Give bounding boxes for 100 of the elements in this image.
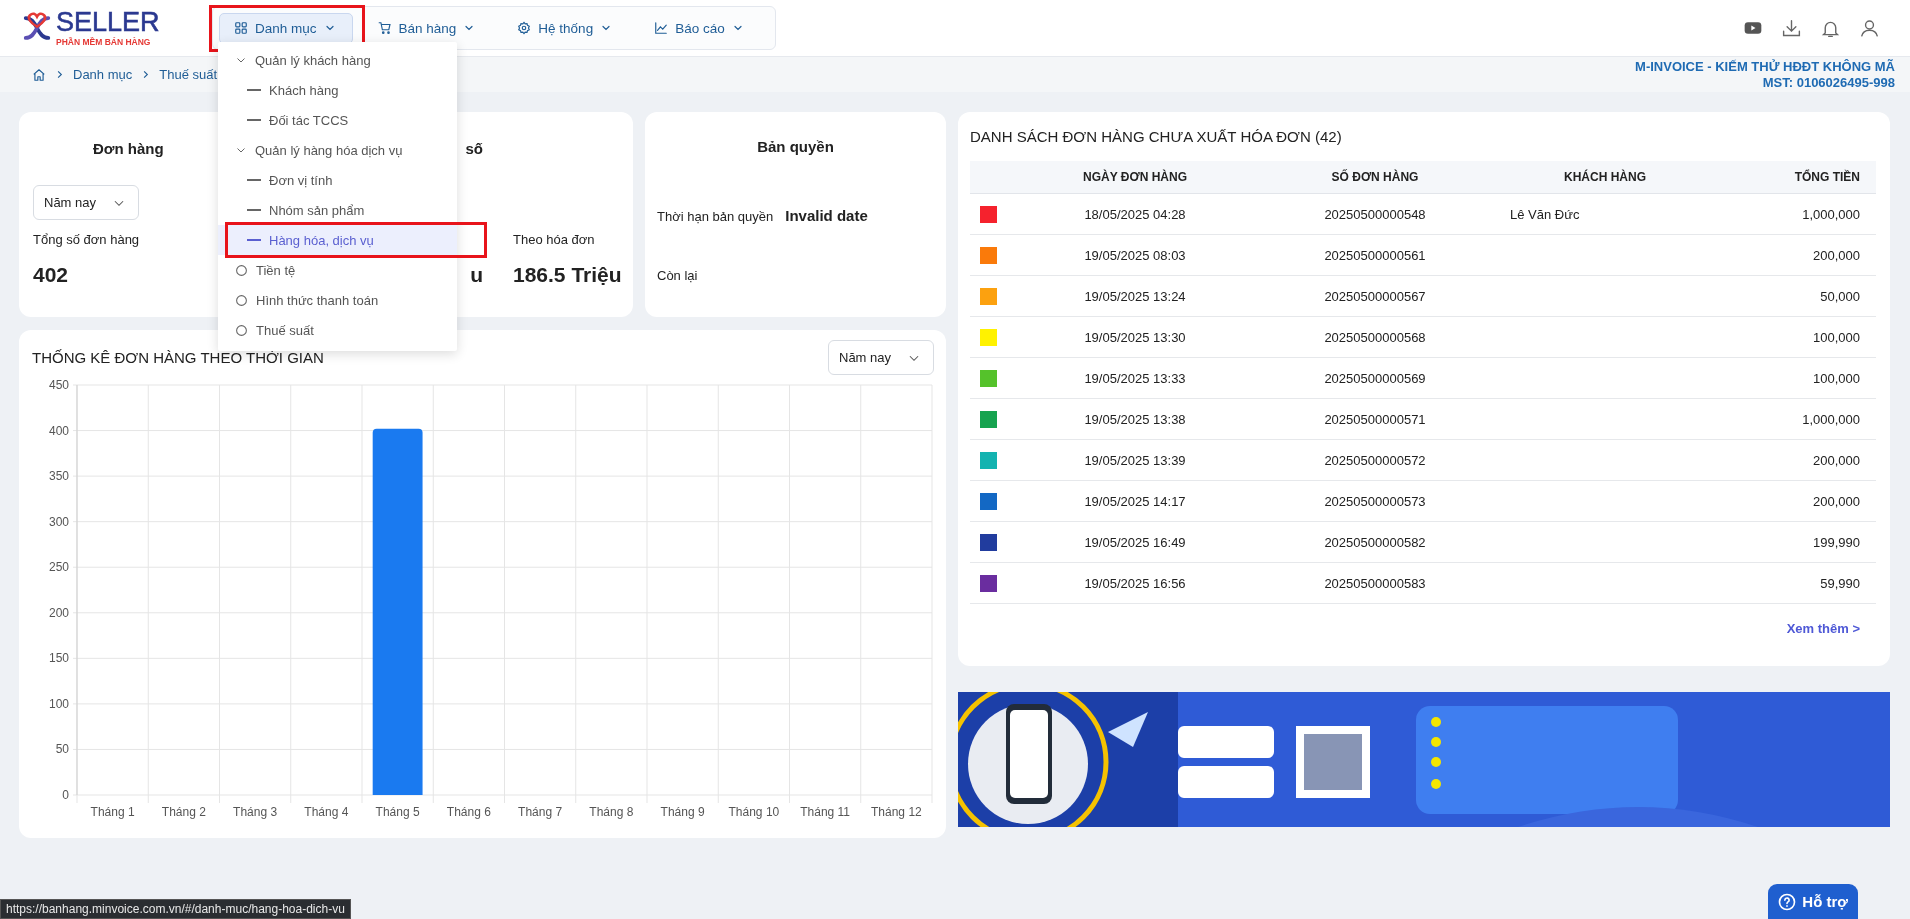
status-url: https://banhang.minvoice.com.vn/#/danh-muc/hang-hoa-dich-vu: [0, 899, 351, 919]
table-cell-text: 20250500000572: [1323, 452, 1427, 468]
stat-value: u: [470, 263, 483, 287]
breadcrumb-link[interactable]: Thuế suất: [159, 67, 218, 82]
settings-icon: [517, 21, 532, 35]
axis-tick-label: 300: [48, 514, 69, 529]
table-cell-text: 20250500000571: [1323, 411, 1427, 427]
table-cell-text: 19/05/2025 13:39: [1083, 452, 1187, 468]
circle-icon: [235, 323, 248, 337]
axis-tick-label: Tháng 6: [446, 805, 491, 819]
axis-tick-label: 50: [55, 742, 69, 757]
axis-tick-label: 350: [48, 469, 69, 484]
card-title: Đơn hàng: [92, 140, 164, 157]
table-cell-text: 20250500000569: [1323, 370, 1427, 386]
nav-menu-button[interactable]: Hệ thống: [502, 12, 630, 44]
axis-tick-label: Tháng 1: [90, 805, 135, 819]
table-cell-text: 19/05/2025 13:24: [1083, 288, 1187, 304]
tax-id: MST: 0106026495-998: [1761, 74, 1895, 91]
table-cell-text: 20250500000567: [1323, 288, 1427, 304]
period-select[interactable]: Năm nay: [33, 185, 139, 220]
menu-item[interactable]: Nhóm sản phẩm: [218, 195, 457, 225]
circle-icon: [235, 263, 248, 277]
dash-icon: [247, 179, 261, 181]
table-cell-text: 20250500000568: [1323, 329, 1427, 345]
table-cell-text: 1,000,000: [1801, 206, 1861, 222]
nav-menu-button[interactable]: Báo cáo: [639, 12, 761, 44]
nav-menu-button[interactable]: Bán hàng: [362, 12, 493, 44]
table-cell-text: 18/05/2025 04:28: [1083, 206, 1187, 222]
grid-icon: [234, 21, 248, 35]
axis-tick-label: Tháng 12: [871, 805, 922, 819]
stat-label: Tổng số đơn hàng: [33, 232, 140, 247]
stat-value: 402: [33, 263, 69, 287]
cart-icon: [377, 21, 392, 35]
table-cell-text: 1,000,000: [1801, 411, 1861, 427]
dash-icon: [247, 119, 261, 121]
table-cell-text: 20250500000583: [1323, 575, 1427, 591]
logo-name: SELLER: [56, 9, 160, 37]
table-cell-text: 19/05/2025 14:17: [1083, 493, 1187, 509]
help-button[interactable]: Hỗ trợ: [1768, 884, 1858, 919]
card-title: số: [465, 140, 483, 157]
table-cell-text: 100,000: [1812, 329, 1861, 345]
table-cell-text: 200,000: [1812, 452, 1861, 468]
menu-item[interactable]: Quản lý khách hàng: [218, 45, 457, 75]
axis-tick-label: 100: [48, 696, 69, 711]
table-cell-text: Lê Văn Đức: [1510, 206, 1581, 222]
stat-value: 186.5 Triệu: [513, 263, 622, 287]
chart-title: THỐNG KÊ ĐƠN HÀNG THEO THỜI GIAN: [32, 349, 324, 366]
table-cell-text: 19/05/2025 13:38: [1083, 411, 1187, 427]
table-cell-text: 20250500000548: [1323, 206, 1427, 222]
column-header: SỐ ĐƠN HÀNG: [1330, 170, 1420, 184]
dash-icon: [247, 89, 261, 91]
column-header: TỔNG TIỀN: [1793, 170, 1861, 184]
license-label: Thời hạn bản quyền: [657, 209, 774, 224]
axis-tick-label: 400: [48, 423, 69, 438]
table-cell-text: 20250500000573: [1323, 493, 1427, 509]
nav-menu-button[interactable]: Danh mục: [219, 12, 353, 44]
table-cell-text: 59,990: [1819, 575, 1861, 591]
axis-tick-label: 250: [48, 560, 69, 575]
axis-tick-label: Tháng 8: [589, 805, 634, 819]
chart-icon: [654, 21, 669, 35]
table-cell-text: 50,000: [1819, 288, 1861, 304]
axis-tick-label: Tháng 10: [728, 805, 780, 819]
table-cell-text: 200,000: [1812, 493, 1861, 509]
table-cell-text: 19/05/2025 16:56: [1083, 575, 1187, 591]
column-header: NGÀY ĐƠN HÀNG: [1082, 170, 1188, 184]
menu-item[interactable]: Tiền tệ: [218, 255, 457, 285]
axis-tick-label: 200: [48, 605, 69, 620]
axis-tick-label: Tháng 9: [660, 805, 705, 819]
license-value: Invalid date: [785, 207, 868, 224]
user-icon[interactable]: [1859, 17, 1880, 39]
table-cell-text: 200,000: [1812, 247, 1861, 263]
menu-item[interactable]: Thuế suất: [218, 315, 457, 345]
dash-icon: [247, 239, 261, 241]
period-select[interactable]: Năm nay: [828, 340, 934, 375]
menu-item[interactable]: Đối tác TCCS: [218, 105, 457, 135]
column-header: KHÁCH HÀNG: [1563, 170, 1647, 184]
table-title: DANH SÁCH ĐƠN HÀNG CHƯA XUẤT HÓA ĐƠN (42): [970, 128, 1343, 145]
circle-icon: [235, 293, 248, 307]
logo-tagline: PHẦN MỀM BÁN HÀNG: [56, 38, 152, 47]
table-cell-text: 19/05/2025 08:03: [1083, 247, 1187, 263]
menu-item[interactable]: Hàng hóa, dịch vụ: [218, 225, 457, 255]
axis-tick-label: Tháng 5: [375, 805, 420, 819]
table-cell-text: 20250500000582: [1323, 534, 1427, 550]
home-icon[interactable]: [32, 67, 46, 82]
see-more-link[interactable]: Xem thêm >: [1786, 621, 1860, 636]
dash-icon: [247, 209, 261, 211]
table-cell-text: 100,000: [1812, 370, 1861, 386]
download-icon[interactable]: [1781, 17, 1802, 39]
menu-item[interactable]: Đơn vị tính: [218, 165, 457, 195]
table-cell-text: 19/05/2025 16:49: [1083, 534, 1187, 550]
table-cell-text: 20250500000561: [1323, 247, 1427, 263]
table-cell-text: 19/05/2025 13:30: [1083, 329, 1187, 345]
menu-item[interactable]: Hình thức thanh toán: [218, 285, 457, 315]
axis-tick-label: 0: [62, 788, 69, 802]
menu-item[interactable]: Khách hàng: [218, 75, 457, 105]
table-cell-text: 199,990: [1812, 534, 1861, 550]
axis-tick-label: Tháng 4: [304, 805, 349, 819]
breadcrumb-link[interactable]: Danh mục: [73, 67, 133, 82]
menu-item[interactable]: Quản lý hàng hóa dịch vụ: [218, 135, 457, 165]
card-title: Bản quyền: [756, 138, 835, 155]
